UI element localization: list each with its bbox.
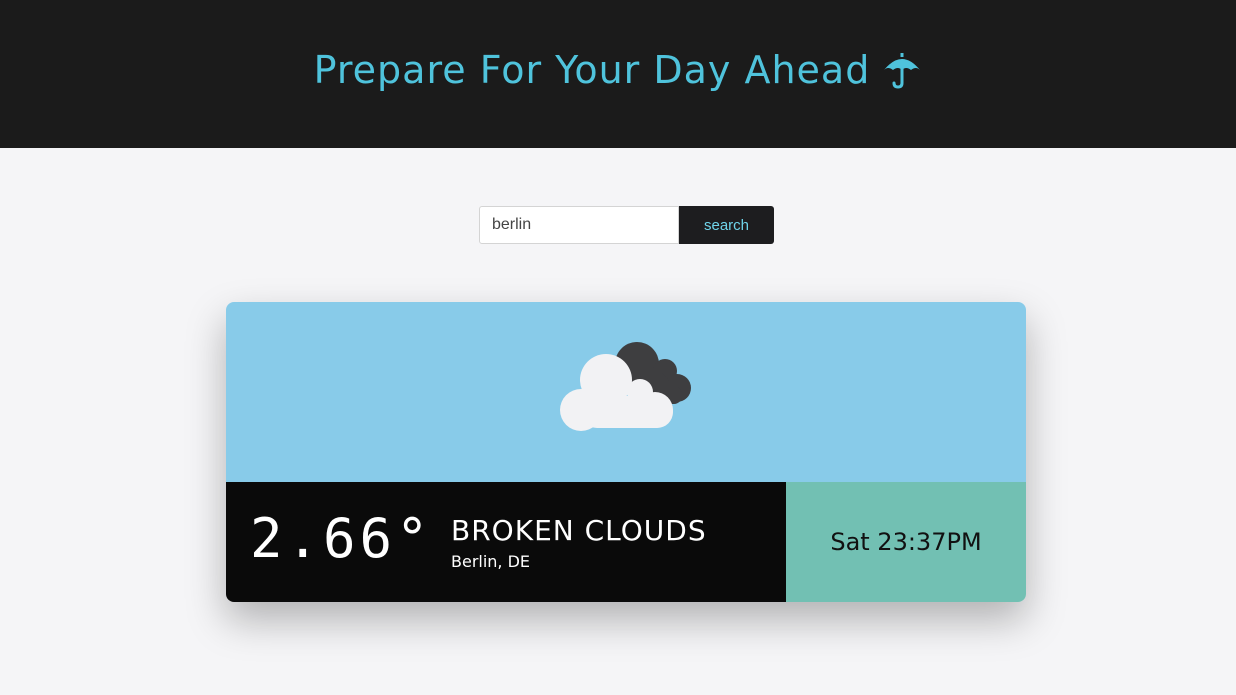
location: Berlin, DE [451,552,531,571]
weather-card: 2.66° BROKEN CLOUDS Berlin, DE Sat 23:37… [226,302,1026,602]
weather-icon-panel [226,302,1026,482]
temperature: 2.66° [250,507,433,570]
weather-condition: BROKEN CLOUDS [451,514,707,547]
weather-info-panel: 2.66° BROKEN CLOUDS Berlin, DE [226,482,786,602]
umbrella-icon [882,50,922,90]
page-title: Prepare For Your Day Ahead [314,48,923,92]
search-button[interactable]: search [679,206,774,244]
page-title-text: Prepare For Your Day Ahead [313,48,871,92]
cloud-icon [554,338,704,438]
datetime-panel: Sat 23:37PM [786,482,1026,602]
header-bar: Prepare For Your Day Ahead [0,0,1236,148]
search-form: search [479,206,774,244]
search-input[interactable] [479,206,679,244]
datetime: Sat 23:37PM [830,528,982,556]
